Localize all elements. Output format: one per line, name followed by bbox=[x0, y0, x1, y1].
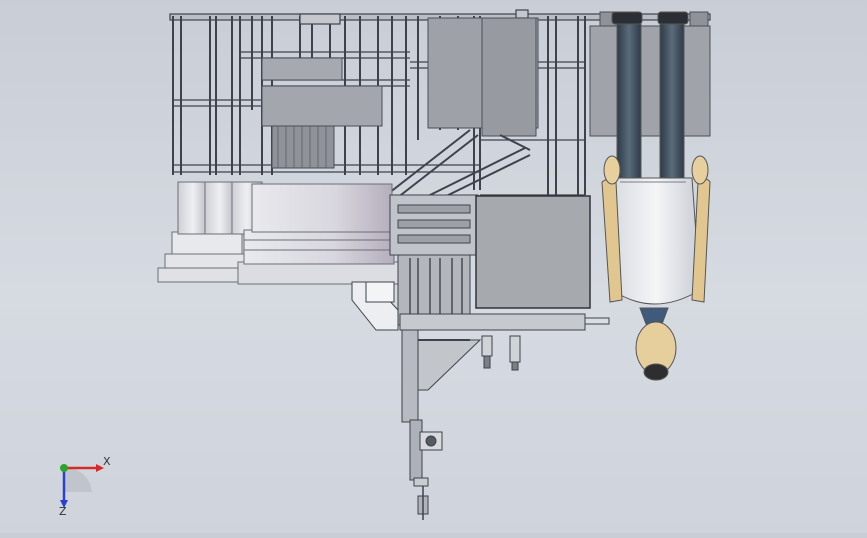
triad-plane bbox=[64, 467, 92, 492]
cad-3d-viewport[interactable] bbox=[0, 0, 867, 533]
diagonal-braces bbox=[379, 129, 531, 206]
x-axis-label: X bbox=[103, 455, 111, 468]
y-axis-indicator bbox=[60, 464, 68, 472]
z-axis-label: Z bbox=[59, 505, 67, 516]
coordinate-triad: X Z bbox=[52, 452, 112, 518]
center-mechanism bbox=[351, 194, 610, 391]
main-drum bbox=[237, 183, 399, 285]
